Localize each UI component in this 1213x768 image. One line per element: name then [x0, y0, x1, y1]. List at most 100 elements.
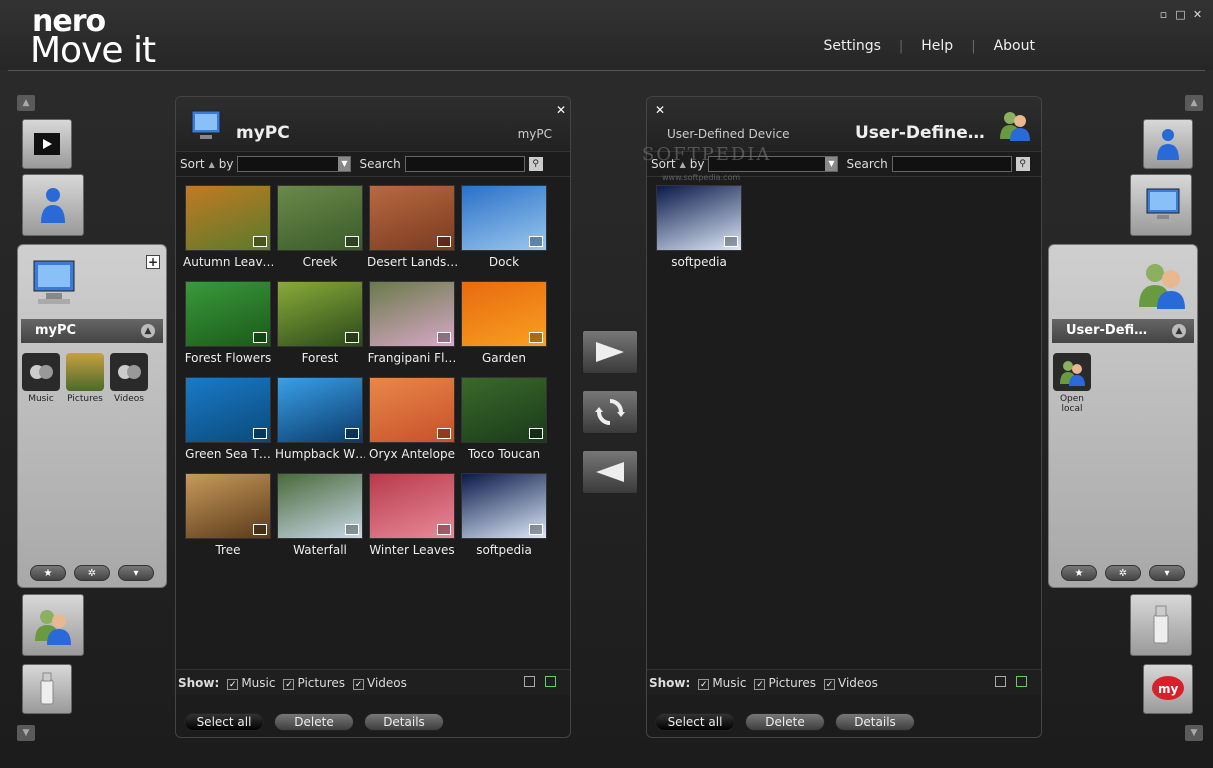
- scroll-down-icon[interactable]: ▼: [1185, 725, 1203, 741]
- delete-button[interactable]: Delete: [274, 713, 354, 731]
- view-toggle: [995, 676, 1027, 687]
- thumbnail-item[interactable]: Forest: [274, 281, 366, 377]
- scroll-down-icon[interactable]: ▼: [17, 725, 35, 741]
- left-shortcuts: Music Pictures Videos: [18, 353, 152, 404]
- thumbnail-item[interactable]: Creek: [274, 185, 366, 281]
- video-icon: [34, 133, 60, 155]
- settings-button[interactable]: ✲: [74, 565, 110, 581]
- user-icon: [1157, 129, 1179, 160]
- users-device-button[interactable]: [1143, 119, 1193, 169]
- usb-device-button[interactable]: [22, 664, 72, 714]
- favorite-button[interactable]: ★: [30, 565, 66, 581]
- thumbnail-item[interactable]: Forest Flowers: [182, 281, 274, 377]
- search-input[interactable]: [404, 156, 525, 172]
- thumbnail-caption: Creek: [302, 255, 338, 269]
- eject-icon[interactable]: ▲: [1172, 324, 1186, 338]
- transfer-left-button[interactable]: [582, 450, 638, 494]
- shortcut-videos[interactable]: Videos: [110, 353, 148, 404]
- trash-button[interactable]: ▾: [118, 565, 154, 581]
- checkbox-icon[interactable]: ✓: [353, 678, 365, 690]
- thumbnail-item[interactable]: Humpback W…: [274, 377, 366, 473]
- add-button[interactable]: +: [146, 255, 160, 269]
- checkbox-icon[interactable]: ✓: [754, 678, 766, 690]
- music-filter[interactable]: ✓ Music: [698, 676, 746, 690]
- videos-filter[interactable]: ✓ Videos: [824, 676, 878, 690]
- checkbox-icon[interactable]: ✓: [824, 678, 836, 690]
- picture-icon: [529, 524, 543, 535]
- scroll-up-icon[interactable]: ▲: [1185, 95, 1203, 111]
- thumbnail-item[interactable]: Toco Toucan: [458, 377, 550, 473]
- sort-select[interactable]: ▼: [237, 156, 352, 172]
- delete-button[interactable]: Delete: [745, 713, 825, 731]
- thumbnail-item[interactable]: Winter Leaves: [366, 473, 458, 569]
- settings-button[interactable]: ✲: [1105, 565, 1141, 581]
- thumbnail-item[interactable]: softpedia: [653, 185, 745, 281]
- thumbnail-item[interactable]: Frangipani Fl…: [366, 281, 458, 377]
- checkbox-icon[interactable]: ✓: [283, 678, 295, 690]
- details-button[interactable]: Details: [835, 713, 915, 731]
- left-thumbnail-grid: Autumn Leav… Creek Desert Lands… Dock Forest…: [182, 185, 550, 569]
- trash-button[interactable]: ▾: [1149, 565, 1185, 581]
- about-link[interactable]: About: [976, 38, 1053, 54]
- list-view-icon[interactable]: [524, 676, 535, 687]
- computer-icon: [33, 260, 75, 304]
- shortcut-pictures[interactable]: Pictures: [66, 353, 104, 404]
- maximize-button[interactable]: □: [1175, 8, 1186, 21]
- eject-icon[interactable]: ▲: [141, 324, 155, 338]
- thumbnail-image: [185, 377, 271, 443]
- trash-icon: ▾: [133, 567, 139, 579]
- users-device-button[interactable]: [22, 174, 84, 236]
- close-left-panel-button[interactable]: ✕: [556, 103, 566, 117]
- my-nero-button[interactable]: my: [1143, 664, 1193, 714]
- search-icon[interactable]: ⚲: [528, 157, 543, 171]
- videos-filter[interactable]: ✓ Videos: [353, 676, 407, 690]
- thumbnail-item[interactable]: Oryx Antelope: [366, 377, 458, 473]
- transfer-right-button[interactable]: [582, 330, 638, 374]
- select-all-button[interactable]: Select all: [655, 713, 735, 731]
- videos-filter-label: Videos: [367, 675, 407, 690]
- computer-device-button[interactable]: [1130, 174, 1192, 236]
- list-view-icon[interactable]: [995, 676, 1006, 687]
- thumbnail-caption: Oryx Antelope: [369, 447, 455, 461]
- favorite-button[interactable]: ★: [1061, 565, 1097, 581]
- thumbnail-item[interactable]: Dock: [458, 185, 550, 281]
- thumbnail-item[interactable]: Garden: [458, 281, 550, 377]
- details-button[interactable]: Details: [364, 713, 444, 731]
- search-icon[interactable]: ⚲: [1015, 157, 1030, 171]
- checkbox-icon[interactable]: ✓: [227, 678, 239, 690]
- sync-button[interactable]: [582, 390, 638, 434]
- thumbnail-item[interactable]: Autumn Leav…: [182, 185, 274, 281]
- thumbnail-item[interactable]: Waterfall: [274, 473, 366, 569]
- close-window-button[interactable]: ✕: [1192, 8, 1203, 21]
- show-label: Show:: [178, 675, 220, 690]
- search-input[interactable]: [891, 156, 1012, 172]
- sort-arrow-icon[interactable]: ▲: [209, 160, 215, 169]
- shortcut-music[interactable]: Music: [22, 353, 60, 404]
- grid-view-icon[interactable]: [545, 676, 556, 687]
- checkbox-icon[interactable]: ✓: [698, 678, 710, 690]
- thumbnail-caption: Green Sea T…: [185, 447, 271, 461]
- usb-device-button[interactable]: [1130, 594, 1192, 656]
- music-filter[interactable]: ✓ Music: [227, 676, 275, 690]
- thumbnail-item[interactable]: Desert Lands…: [366, 185, 458, 281]
- picture-icon: [437, 332, 451, 343]
- grid-view-icon[interactable]: [1016, 676, 1027, 687]
- shortcut-open-local[interactable]: Open local: [1053, 353, 1091, 414]
- thumbnail-caption: Forest: [301, 351, 339, 365]
- users-group-button[interactable]: [22, 594, 84, 656]
- video-device-button[interactable]: [22, 119, 72, 169]
- minimize-button[interactable]: ▫: [1158, 8, 1169, 21]
- left-device-panel: + myPC ▲ Music Pictures Videos ★ ✲ ▾: [17, 244, 167, 588]
- thumbnail-caption: Dock: [488, 255, 520, 269]
- select-all-button[interactable]: Select all: [184, 713, 264, 731]
- settings-link[interactable]: Settings: [805, 38, 898, 54]
- thumbnail-item[interactable]: Green Sea T…: [182, 377, 274, 473]
- scroll-up-icon[interactable]: ▲: [17, 95, 35, 111]
- left-panel-footer: ★ ✲ ▾: [18, 565, 166, 581]
- help-link[interactable]: Help: [903, 38, 971, 54]
- close-right-panel-button[interactable]: ✕: [655, 103, 665, 117]
- pictures-filter[interactable]: ✓ Pictures: [283, 676, 345, 690]
- thumbnail-item[interactable]: Tree: [182, 473, 274, 569]
- pictures-filter[interactable]: ✓ Pictures: [754, 676, 816, 690]
- thumbnail-item[interactable]: softpedia: [458, 473, 550, 569]
